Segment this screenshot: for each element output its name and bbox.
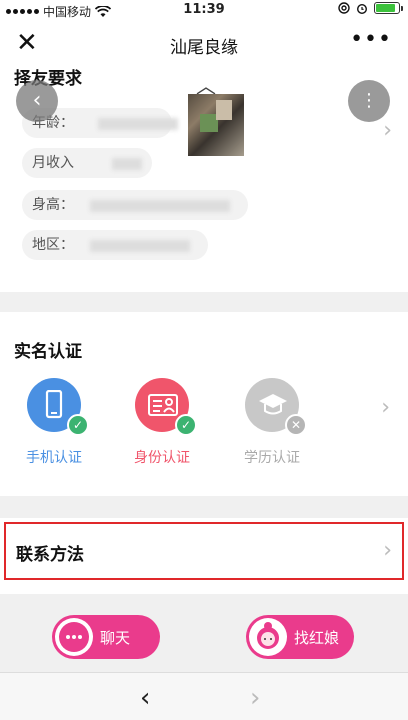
verify-label: 手机认证 bbox=[26, 450, 82, 466]
status-icons bbox=[338, 2, 403, 14]
requirement-label: 月收入 bbox=[32, 155, 74, 171]
nav-bar: ✕ 汕尾良缘 ••• bbox=[0, 20, 408, 68]
page-title: 汕尾良缘 bbox=[170, 38, 238, 58]
more-horizontal-icon[interactable]: ••• bbox=[350, 27, 392, 52]
chevron-right-icon[interactable]: › bbox=[381, 395, 390, 420]
browser-nav-bar: ‹ › bbox=[0, 672, 408, 720]
obscured-value bbox=[112, 158, 142, 170]
matchmaker-label: 找红娘 bbox=[294, 629, 340, 647]
phone-icon: ✓ bbox=[27, 378, 89, 436]
chevron-right-icon: › bbox=[383, 538, 392, 563]
matchmaker-avatar-icon bbox=[249, 618, 287, 656]
obscured-value bbox=[90, 200, 230, 212]
check-icon: ✓ bbox=[175, 414, 197, 436]
verify-phone[interactable]: ✓ 手机认证 bbox=[14, 378, 94, 467]
requirement-label: 身高： bbox=[32, 197, 74, 213]
id-card-icon: ✓ bbox=[135, 378, 197, 436]
unverified-x-icon: ✕ bbox=[285, 414, 307, 436]
back-float-button[interactable]: ‹ bbox=[16, 80, 58, 122]
back-arrow-icon[interactable]: ‹ bbox=[140, 683, 150, 713]
requirement-label: 地区： bbox=[32, 237, 74, 253]
verify-education[interactable]: ✕ 学历认证 bbox=[232, 378, 312, 467]
battery-icon bbox=[374, 2, 403, 14]
battery-level bbox=[376, 4, 395, 12]
forward-arrow-icon[interactable]: › bbox=[250, 683, 260, 713]
at-icon bbox=[338, 2, 350, 14]
verify-label: 学历认证 bbox=[244, 450, 300, 466]
section-title: 实名认证 bbox=[14, 342, 82, 362]
chevron-right-icon: › bbox=[383, 118, 392, 143]
alarm-icon bbox=[357, 4, 367, 14]
obscured-value bbox=[98, 118, 178, 130]
verify-id[interactable]: ✓ 身份认证 bbox=[122, 378, 202, 467]
check-icon: ✓ bbox=[67, 414, 89, 436]
requirements-section[interactable]: 择友要求 年龄： 月收入 身高： 地区： › ‹ ︿ ⋮ bbox=[0, 68, 408, 292]
obscured-value bbox=[90, 240, 190, 252]
find-matchmaker-button[interactable]: 找红娘 bbox=[246, 615, 354, 659]
graduation-cap-icon: ✕ bbox=[245, 378, 307, 436]
verification-section[interactable]: 实名认证 ✓ 手机认证 ✓ 身份认证 ✕ 学历认证 › bbox=[0, 312, 408, 496]
chat-button[interactable]: 聊天 bbox=[52, 615, 160, 659]
chat-label: 聊天 bbox=[100, 629, 131, 647]
verify-label: 身份认证 bbox=[134, 450, 190, 466]
menu-float-button[interactable]: ⋮ bbox=[348, 80, 390, 122]
section-title: 联系方法 bbox=[16, 545, 84, 565]
contact-row[interactable]: 联系方法 › bbox=[4, 522, 404, 580]
contact-section[interactable]: 联系方法 › bbox=[0, 518, 408, 594]
chat-bubble-icon bbox=[55, 618, 93, 656]
avatar[interactable] bbox=[188, 94, 244, 156]
status-bar: 中国移动 11:39 bbox=[0, 0, 408, 20]
